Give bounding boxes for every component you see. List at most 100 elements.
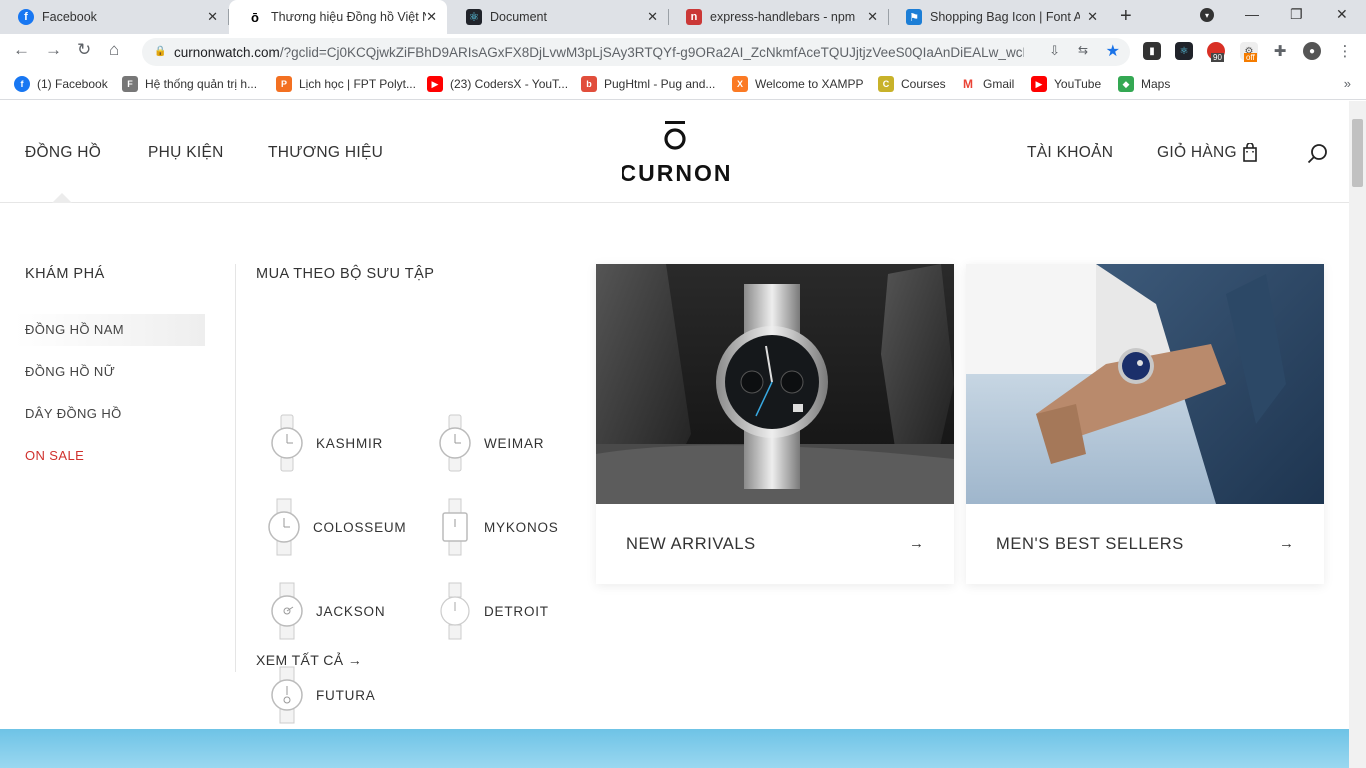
- bookmark-youtube[interactable]: ▶ YouTube: [1031, 76, 1101, 92]
- extensions-puzzle-icon[interactable]: ✚: [1271, 42, 1289, 60]
- close-window-icon[interactable]: ✕: [1336, 6, 1348, 23]
- web-page: ĐỒNG HỒ PHỤ KIỆN THƯƠNG HIỆU CURNON TÀI …: [0, 101, 1349, 768]
- react-devtools-icon[interactable]: ⚛: [1175, 42, 1193, 60]
- extension-icon[interactable]: ▮: [1143, 42, 1161, 60]
- fpt-icon: F: [122, 76, 138, 92]
- close-icon[interactable]: ✕: [867, 9, 878, 25]
- youtube-icon: ▶: [427, 76, 443, 92]
- tab-fontawesome[interactable]: ⚑ Shopping Bag Icon | Font Awesome ✕: [888, 0, 1108, 34]
- bookmark-gmail[interactable]: M Gmail: [960, 76, 1014, 92]
- tab-title: Document: [490, 10, 547, 24]
- menu-item-day-dong-ho[interactable]: DÂY ĐỒNG HỒ: [25, 406, 122, 421]
- mega-menu: KHÁM PHÁ ĐỒNG HỒ NAM ĐỒNG HỒ NỮ DÂY ĐỒNG…: [0, 204, 1349, 728]
- arrow-right-icon: →: [909, 535, 924, 552]
- home-icon[interactable]: ⌂: [109, 40, 119, 60]
- back-icon[interactable]: ←: [13, 40, 30, 60]
- shopping-bag-icon[interactable]: [1242, 143, 1258, 162]
- card-label: MEN'S BEST SELLERS: [996, 535, 1184, 553]
- restore-icon[interactable]: ❐: [1290, 6, 1303, 23]
- new-arrivals-image: [596, 264, 954, 504]
- bookmark-courses[interactable]: C Courses: [878, 76, 946, 92]
- nav-thuong-hieu[interactable]: THƯƠNG HIỆU: [268, 144, 383, 162]
- mens-best-sellers-image: [966, 264, 1324, 504]
- mens-best-sellers-card[interactable]: MEN'S BEST SELLERS →: [966, 264, 1324, 584]
- card-label: NEW ARRIVALS: [626, 535, 756, 553]
- collection-label: DETROIT: [484, 603, 549, 619]
- reload-icon[interactable]: ↻: [77, 40, 91, 60]
- nav-dong-ho[interactable]: ĐỒNG HỒ: [25, 144, 101, 162]
- menu-item-dong-ho-nam[interactable]: ĐỒNG HỒ NAM: [15, 314, 205, 346]
- bookmark-admin[interactable]: F Hệ thống quản trị h...: [122, 76, 257, 92]
- menu-kebab-icon[interactable]: ⋮: [1336, 42, 1354, 60]
- url-host: curnonwatch.com: [174, 44, 280, 60]
- watch-thumbnail-icon: [439, 414, 471, 472]
- minimize-icon[interactable]: —: [1245, 6, 1259, 22]
- tab-title: Facebook: [42, 10, 97, 24]
- menu-item-on-sale[interactable]: ON SALE: [25, 448, 84, 463]
- collection-label: WEIMAR: [484, 435, 545, 451]
- bookmark-facebook[interactable]: f (1) Facebook: [14, 76, 108, 92]
- translate-icon[interactable]: ⇆: [1078, 43, 1088, 57]
- watch-thumbnail-icon: [271, 414, 303, 472]
- watch-thumbnail-icon: [271, 666, 303, 724]
- menu-caret: [52, 193, 72, 203]
- browser-toolbar: ← → ↻ ⌂ 🔒 curnonwatch.com/?gclid=Cj0KCQj…: [0, 34, 1366, 70]
- page-scrollbar[interactable]: [1349, 101, 1366, 768]
- close-icon[interactable]: ✕: [207, 9, 218, 25]
- fpt-polytechnic-icon: P: [276, 76, 292, 92]
- lock-icon: 🔒: [154, 46, 167, 57]
- install-icon[interactable]: ⇩: [1049, 43, 1060, 59]
- curnon-logo[interactable]: CURNON: [622, 121, 730, 185]
- bookmark-pughtml[interactable]: b PugHtml - Pug and...: [581, 76, 715, 92]
- bookmark-xampp[interactable]: X Welcome to XAMPP: [732, 76, 863, 92]
- collection-label: COLOSSEUM: [313, 519, 407, 535]
- tab-document[interactable]: ⚛ Document ✕: [448, 0, 669, 34]
- coupon-icon[interactable]: ⚙ off: [1240, 42, 1258, 62]
- tab-title: Shopping Bag Icon | Font Awesome: [930, 10, 1080, 24]
- hero-banner-peek: [0, 729, 1349, 768]
- tab-npm[interactable]: n express-handlebars - npm ✕: [668, 0, 889, 34]
- scrollbar-thumb[interactable]: [1352, 119, 1363, 187]
- bookmark-fpt-schedule[interactable]: P Lịch học | FPT Polyt...: [276, 76, 416, 92]
- nav-tai-khoan[interactable]: TÀI KHOẢN: [1027, 144, 1113, 162]
- profile-avatar[interactable]: ●: [1303, 42, 1321, 60]
- xampp-icon: X: [732, 76, 748, 92]
- url-path: /?gclid=Cj0KCQjwkZiFBhD9ARIsAGxFX8DjLvwM…: [279, 44, 1024, 60]
- new-arrivals-card[interactable]: NEW ARRIVALS →: [596, 264, 954, 584]
- menu-item-dong-ho-nu[interactable]: ĐỒNG HỒ NỮ: [25, 364, 115, 379]
- address-bar[interactable]: 🔒 curnonwatch.com/?gclid=Cj0KCQjwkZiFBhD…: [142, 38, 1130, 66]
- bookmark-codersx[interactable]: ▶ (23) CodersX - YouT...: [427, 76, 568, 92]
- collection-label: KASHMIR: [316, 435, 384, 451]
- collection-label: FUTURA: [316, 687, 376, 703]
- url-text[interactable]: curnonwatch.com/?gclid=Cj0KCQjwkZiFBhD9A…: [174, 45, 1024, 60]
- bookmark-star-icon[interactable]: ★: [1106, 41, 1120, 61]
- collection-kashmir[interactable]: KASHMIR: [270, 414, 383, 472]
- nav-phu-kien[interactable]: PHỤ KIỆN: [148, 144, 224, 162]
- more-bookmarks-icon[interactable]: »: [1344, 76, 1351, 91]
- collection-mykonos[interactable]: MYKONOS: [438, 498, 559, 556]
- react-icon: ⚛: [466, 9, 482, 25]
- watch-thumbnail-icon: [271, 582, 303, 640]
- forward-icon[interactable]: →: [45, 40, 62, 60]
- explore-heading: KHÁM PHÁ: [25, 266, 105, 282]
- watch-thumbnail-icon: [442, 498, 468, 556]
- collection-weimar[interactable]: WEIMAR: [438, 414, 544, 472]
- tab-search-icon[interactable]: ▾: [1200, 8, 1214, 22]
- close-icon[interactable]: ✕: [426, 9, 437, 25]
- collection-detroit[interactable]: DETROIT: [438, 582, 549, 640]
- search-icon[interactable]: [1307, 143, 1329, 165]
- collection-jackson[interactable]: JACKSON: [270, 582, 385, 640]
- adblock-icon[interactable]: 90: [1207, 42, 1225, 62]
- close-icon[interactable]: ✕: [647, 9, 658, 25]
- see-all-link[interactable]: XEM TẤT CẢ →: [256, 652, 362, 668]
- new-tab-icon[interactable]: +: [1120, 5, 1132, 28]
- close-icon[interactable]: ✕: [1087, 9, 1098, 25]
- tab-curnon[interactable]: ō Thương hiệu Đồng hồ Việt Nam ✕: [229, 0, 447, 34]
- tab-facebook[interactable]: f Facebook ✕: [0, 0, 229, 34]
- facebook-icon: f: [14, 76, 30, 92]
- bookmark-maps[interactable]: ◆ Maps: [1118, 76, 1170, 92]
- collection-colosseum[interactable]: COLOSSEUM: [267, 498, 406, 556]
- pughtml-icon: b: [581, 76, 597, 92]
- nav-gio-hang[interactable]: GIỎ HÀNG: [1157, 144, 1237, 162]
- collection-futura[interactable]: FUTURA: [270, 666, 376, 724]
